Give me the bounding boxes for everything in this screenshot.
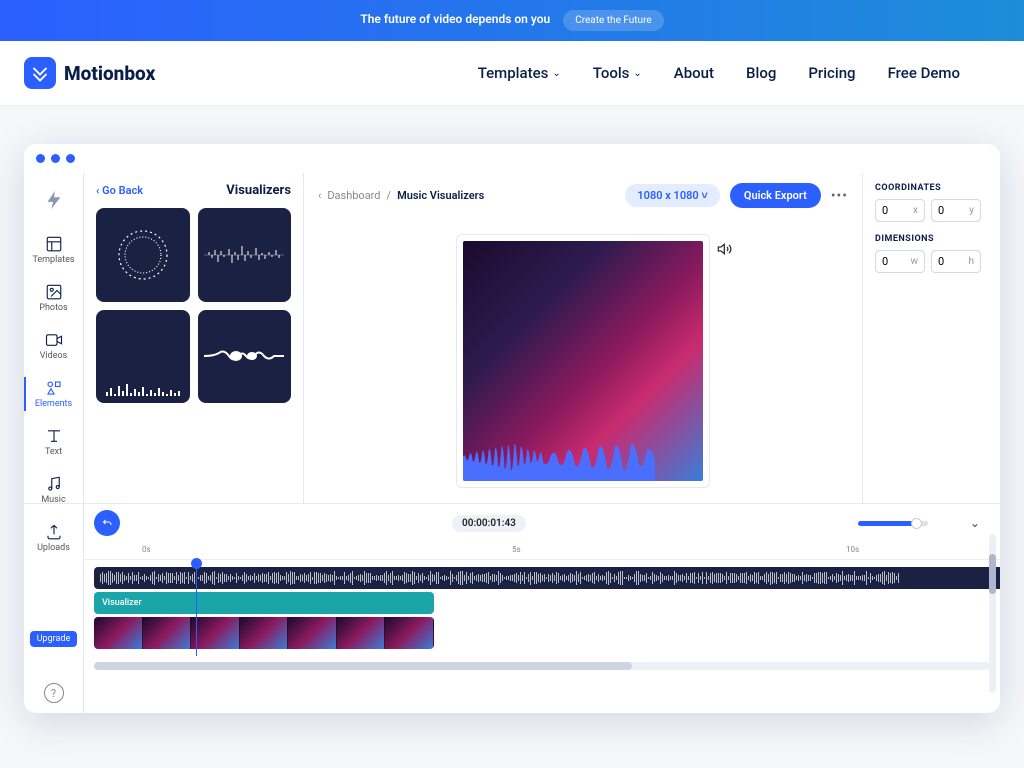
vertical-scrollbar[interactable] xyxy=(989,534,996,693)
dimensions-label: DIMENSIONS xyxy=(875,234,988,244)
visualizer-bars[interactable] xyxy=(96,310,190,404)
timestamp: 00:00:01:43 xyxy=(452,515,526,532)
visualizer-track[interactable]: Visualizer xyxy=(94,592,434,614)
nav-pricing[interactable]: Pricing xyxy=(808,64,855,82)
brand-logo[interactable]: Motionbox xyxy=(24,57,155,89)
timeline: Upgrade ? 00:00:01:43 ⌄ 0s 5s 10s xyxy=(24,503,1000,713)
w-input[interactable]: 0w xyxy=(875,250,925,273)
left-rail: Templates Photos Videos Elements Text Mu… xyxy=(24,173,84,503)
bolt-icon[interactable] xyxy=(43,179,65,225)
nav-templates[interactable]: Templates⌄ xyxy=(478,64,561,82)
logo-icon xyxy=(24,57,56,89)
breadcrumb: ‹ Dashboard / Music Visualizers xyxy=(318,189,484,202)
chevron-left-icon: ‹ xyxy=(318,189,321,202)
nav-about[interactable]: About xyxy=(674,64,714,82)
zoom-slider[interactable] xyxy=(858,521,928,526)
rail-text[interactable]: Text xyxy=(24,419,83,465)
upgrade-button[interactable]: Upgrade xyxy=(30,631,78,647)
nav-blog[interactable]: Blog xyxy=(746,64,776,82)
speaker-icon[interactable] xyxy=(717,241,733,261)
banner-text: The future of video depends on you xyxy=(360,12,550,26)
visualizer-waveform[interactable] xyxy=(198,208,292,302)
undo-button[interactable] xyxy=(94,510,120,536)
chevron-down-icon: ⌄ xyxy=(552,68,560,79)
rail-uploads[interactable]: Uploads xyxy=(24,515,83,561)
properties-panel: COORDINATES 0x 0y DIMENSIONS 0w 0h xyxy=(862,173,1000,503)
visualizer-radial[interactable] xyxy=(96,208,190,302)
editor-window: Templates Photos Videos Elements Text Mu… xyxy=(24,144,1000,713)
rail-music[interactable]: Music xyxy=(24,467,83,513)
panel-title: Visualizers xyxy=(226,183,291,198)
help-icon[interactable]: ? xyxy=(44,683,64,703)
rail-elements[interactable]: Elements xyxy=(24,371,83,417)
canvas-area: ‹ Dashboard / Music Visualizers 1080 x 1… xyxy=(304,173,862,503)
rail-videos[interactable]: Videos xyxy=(24,323,83,369)
resolution-selector[interactable]: 1080 x 1080 ˅ xyxy=(625,184,719,207)
y-input[interactable]: 0y xyxy=(931,199,981,222)
chevron-down-icon: ⌄ xyxy=(633,68,641,79)
window-controls[interactable] xyxy=(24,144,1000,173)
breadcrumb-dashboard[interactable]: Dashboard xyxy=(327,189,380,202)
visualizers-panel: ‹ Go Back Visualizers xyxy=(84,173,304,503)
main-nav: Motionbox Templates⌄ Tools⌄ About Blog P… xyxy=(0,41,1024,106)
promo-banner: The future of video depends on you Creat… xyxy=(0,0,1024,41)
coordinates-label: COORDINATES xyxy=(875,183,988,193)
audio-track[interactable] xyxy=(94,567,1000,589)
nav-free-demo[interactable]: Free Demo xyxy=(888,64,960,82)
banner-cta-button[interactable]: Create the Future xyxy=(563,10,663,31)
time-ruler[interactable]: 0s 5s 10s xyxy=(84,542,1000,560)
nav-tools[interactable]: Tools⌄ xyxy=(593,64,642,82)
x-input[interactable]: 0x xyxy=(875,199,925,222)
visualizer-blob[interactable] xyxy=(198,310,292,404)
go-back-link[interactable]: ‹ Go Back xyxy=(96,184,143,197)
horizontal-scrollbar[interactable] xyxy=(94,662,990,670)
h-input[interactable]: 0h xyxy=(931,250,981,273)
rail-templates[interactable]: Templates xyxy=(24,227,83,273)
collapse-icon[interactable]: ⌄ xyxy=(970,516,980,530)
rail-photos[interactable]: Photos xyxy=(24,275,83,321)
video-track[interactable] xyxy=(94,617,434,649)
quick-export-button[interactable]: Quick Export xyxy=(730,183,821,208)
breadcrumb-current: Music Visualizers xyxy=(397,189,484,202)
video-preview[interactable] xyxy=(456,234,710,488)
more-menu-icon[interactable]: ••• xyxy=(831,188,848,204)
playhead[interactable] xyxy=(196,560,197,656)
